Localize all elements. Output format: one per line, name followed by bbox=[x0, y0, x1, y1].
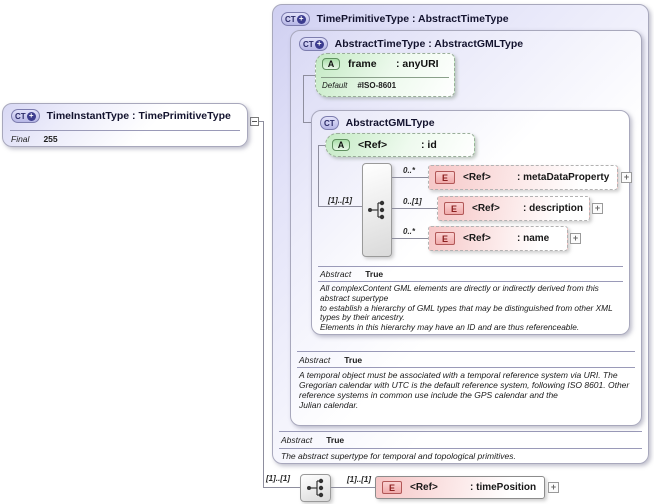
abstract-value: True bbox=[365, 269, 384, 279]
name-element-box[interactable]: E <Ref> : name bbox=[428, 226, 568, 251]
connector-line bbox=[263, 121, 264, 488]
abstract-label: Abstract bbox=[281, 435, 313, 445]
abstract-label: Abstract bbox=[320, 269, 352, 279]
sequence-compositor-icon[interactable] bbox=[362, 163, 392, 257]
id-attribute-box[interactable]: A <Ref> : id bbox=[325, 133, 475, 157]
element-icon: E bbox=[444, 202, 464, 215]
bottom-sequence-cardinality: [1]..[1] bbox=[266, 474, 290, 483]
element-type: : name bbox=[517, 233, 550, 244]
element-type: : metaDataProperty bbox=[517, 172, 610, 183]
element-cardinality: 0..* bbox=[403, 166, 416, 175]
time-instant-type-title: TimeInstantType : TimePrimitiveType bbox=[46, 110, 231, 122]
expand-icon[interactable]: + bbox=[548, 482, 559, 493]
connector-line bbox=[303, 75, 304, 123]
attribute-name: frame bbox=[348, 58, 377, 70]
final-value: 255 bbox=[43, 134, 58, 144]
abstract-time-documentation: A temporal object must be associated wit… bbox=[299, 370, 630, 411]
derived-plus-icon: + bbox=[26, 111, 36, 121]
divider bbox=[318, 281, 623, 282]
description-element-box[interactable]: E <Ref> : description bbox=[437, 196, 590, 221]
connector-line bbox=[318, 145, 319, 207]
element-type: : description bbox=[522, 203, 583, 214]
divider bbox=[321, 77, 449, 78]
abstract-label: Abstract bbox=[299, 355, 331, 365]
element-name: <Ref> bbox=[463, 233, 491, 244]
divider bbox=[279, 448, 642, 449]
frame-attribute-box[interactable]: A frame : anyURI Default #ISO-8601 bbox=[315, 53, 455, 97]
complex-type-icon: CT + bbox=[11, 109, 40, 123]
connector-line bbox=[318, 145, 325, 146]
attribute-type: : id bbox=[421, 139, 437, 151]
divider bbox=[318, 266, 623, 267]
attribute-icon: A bbox=[322, 58, 340, 70]
element-icon: E bbox=[382, 481, 402, 494]
element-name: <Ref> bbox=[410, 482, 438, 493]
complex-type-icon: CT + bbox=[281, 12, 310, 26]
derived-plus-icon: + bbox=[296, 14, 306, 24]
connector-line bbox=[318, 206, 362, 207]
expand-icon[interactable]: + bbox=[592, 203, 603, 214]
bottom-element-cardinality: [1]..[1] bbox=[347, 475, 371, 484]
time-primitive-documentation: The abstract supertype for temporal and … bbox=[281, 451, 516, 461]
element-name: <Ref> bbox=[463, 172, 491, 183]
abstract-value: True bbox=[326, 435, 345, 445]
element-icon: E bbox=[435, 171, 455, 184]
connector-line bbox=[263, 487, 300, 488]
final-label: Final bbox=[11, 134, 30, 144]
element-icon: E bbox=[435, 232, 455, 245]
expand-icon[interactable]: + bbox=[621, 172, 632, 183]
time-position-element-box[interactable]: E <Ref> : timePosition bbox=[375, 476, 545, 499]
attribute-type: : anyURI bbox=[396, 58, 439, 70]
connector-line bbox=[331, 487, 375, 488]
connector-line bbox=[303, 75, 315, 76]
attribute-icon: A bbox=[332, 139, 350, 151]
default-value: #ISO-8601 bbox=[357, 81, 397, 90]
element-type: : timePosition bbox=[470, 482, 537, 493]
divider bbox=[297, 351, 635, 352]
abstract-time-type-title: AbstractTimeType : AbstractGMLType bbox=[334, 38, 524, 50]
complex-type-icon: CT + bbox=[299, 37, 328, 51]
derived-plus-icon: + bbox=[314, 39, 324, 49]
time-primitive-type-title: TimePrimitiveType : AbstractTimeType bbox=[316, 13, 509, 25]
connector-line bbox=[392, 208, 437, 209]
abstract-value: True bbox=[344, 355, 363, 365]
attribute-name: <Ref> bbox=[358, 139, 388, 151]
sequence-cardinality: [1]..[1] bbox=[328, 196, 352, 205]
divider bbox=[10, 130, 240, 131]
abstract-gml-documentation: All complexContent GML elements are dire… bbox=[320, 283, 613, 333]
element-cardinality: 0..[1] bbox=[403, 197, 422, 206]
element-cardinality: 0..* bbox=[403, 227, 416, 236]
connector-line bbox=[303, 122, 311, 123]
divider bbox=[279, 431, 642, 432]
expand-icon[interactable]: + bbox=[570, 233, 581, 244]
bottom-sequence-compositor-icon[interactable] bbox=[300, 474, 331, 502]
sequence-glyph-icon bbox=[368, 200, 385, 220]
complex-type-icon: CT bbox=[320, 116, 339, 130]
sequence-glyph-icon bbox=[306, 478, 323, 498]
collapse-connector-icon[interactable] bbox=[250, 117, 259, 126]
metadata-property-element-box[interactable]: E <Ref> : metaDataProperty bbox=[428, 165, 618, 190]
abstract-gml-type-title: AbstractGMLType bbox=[345, 117, 435, 129]
connector-line bbox=[392, 177, 428, 178]
schema-diagram-canvas: CT + TimeInstantType : TimePrimitiveType … bbox=[0, 0, 654, 504]
element-name: <Ref> bbox=[472, 203, 500, 214]
time-instant-type-box[interactable]: CT + TimeInstantType : TimePrimitiveType … bbox=[2, 103, 248, 147]
divider bbox=[297, 367, 635, 368]
default-label: Default bbox=[322, 81, 348, 90]
connector-line bbox=[392, 238, 428, 239]
